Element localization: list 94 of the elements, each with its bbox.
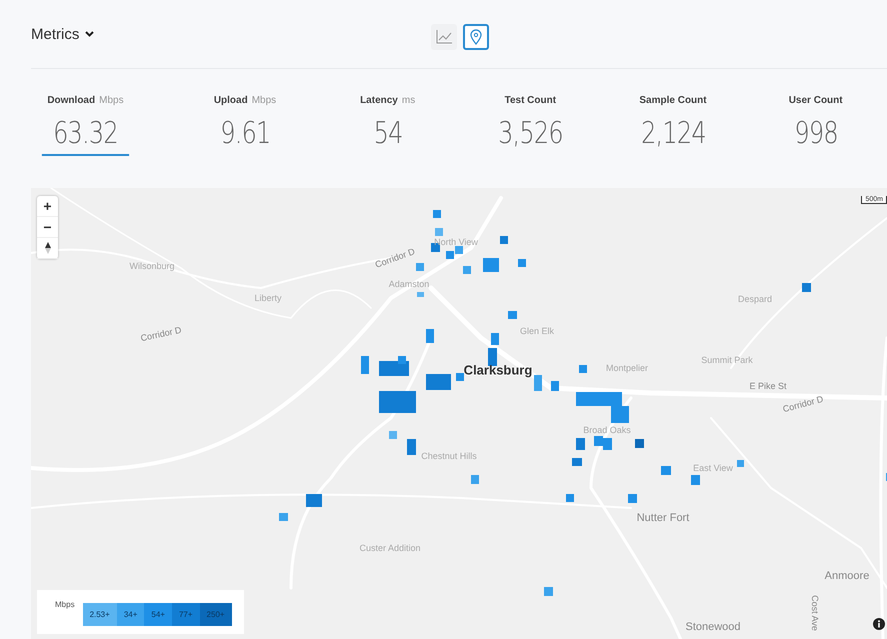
coverage-tile bbox=[691, 475, 700, 485]
place-label: Glen Elk bbox=[520, 326, 554, 336]
coverage-tile bbox=[407, 439, 416, 455]
place-label: Stonewood bbox=[685, 621, 741, 633]
coverage-tile bbox=[279, 513, 288, 521]
place-label: Clarksburg bbox=[464, 362, 532, 378]
metric-tab[interactable]: Test Count 3,526 bbox=[476, 95, 585, 156]
coverage-tile bbox=[566, 494, 574, 502]
coverage-tile bbox=[379, 361, 409, 376]
coverage-tile bbox=[576, 438, 585, 450]
place-label: Summit Park bbox=[701, 355, 753, 365]
metric-value: 9.61 bbox=[218, 115, 272, 153]
coverage-tile bbox=[306, 494, 322, 507]
coverage-tile bbox=[661, 466, 671, 475]
metric-label: Upload Mbps bbox=[214, 95, 276, 106]
place-label: Adamston bbox=[388, 279, 430, 289]
place-label: Broad Oaks bbox=[583, 425, 631, 435]
coverage-tile bbox=[603, 438, 612, 450]
place-label: Liberty bbox=[254, 293, 282, 303]
coverage-tile bbox=[572, 458, 582, 466]
coverage-tile bbox=[491, 333, 499, 345]
metric-value: 54 bbox=[372, 115, 404, 153]
road-label: E Pike St bbox=[750, 381, 786, 391]
place-label: Wilsonburg bbox=[129, 261, 175, 271]
coverage-tile bbox=[508, 311, 517, 319]
coverage-tile bbox=[433, 210, 441, 218]
coverage-tile bbox=[426, 329, 434, 343]
metric-value: 2,124 bbox=[640, 115, 706, 153]
coverage-tile bbox=[426, 374, 451, 390]
coverage-tile bbox=[594, 436, 603, 446]
metric-tab[interactable]: Latency ms 54 bbox=[356, 95, 420, 156]
coverage-tile bbox=[361, 356, 369, 374]
chevron-down-icon bbox=[85, 31, 94, 37]
metric-value: 63.32 bbox=[42, 114, 129, 156]
legend-bin: 34+ bbox=[116, 603, 144, 626]
road-label: Corridor D bbox=[374, 246, 416, 270]
road-label: Corridor D bbox=[782, 394, 824, 414]
coverage-tile bbox=[456, 373, 464, 381]
metric-label: Download Mbps bbox=[47, 95, 124, 106]
coverage-tile bbox=[488, 348, 497, 366]
zoom-in-button[interactable]: + bbox=[37, 196, 58, 217]
coverage-tile bbox=[576, 392, 622, 406]
coverage-tile bbox=[483, 258, 499, 272]
metric-label: Sample Count bbox=[639, 95, 707, 106]
coverage-tile bbox=[389, 431, 397, 439]
coverage-tile bbox=[551, 381, 559, 391]
legend-unit: Mbps bbox=[55, 600, 75, 609]
zoom-out-button[interactable]: − bbox=[37, 217, 58, 238]
line-chart-icon bbox=[436, 30, 452, 44]
place-label: Anmoore bbox=[824, 570, 870, 582]
coverage-tile bbox=[416, 263, 424, 271]
place-label: Montpelier bbox=[606, 363, 648, 373]
coverage-tile bbox=[379, 391, 416, 413]
place-label: Nutter Fort bbox=[636, 512, 690, 524]
place-label: Despard bbox=[738, 294, 772, 304]
coverage-tile bbox=[435, 228, 443, 236]
metric-tab[interactable]: User Count 998 bbox=[774, 95, 857, 156]
place-label: North View bbox=[434, 237, 478, 247]
metrics-dropdown[interactable]: Metrics bbox=[31, 26, 94, 42]
coverage-tile bbox=[463, 266, 471, 274]
coverage-tile bbox=[635, 439, 644, 448]
legend-bin: 250+ bbox=[200, 603, 232, 626]
coverage-tile bbox=[611, 406, 629, 423]
coverage-tile bbox=[518, 259, 526, 267]
coverage-tile bbox=[628, 494, 637, 503]
metric-tab[interactable]: Download Mbps 63.32 bbox=[31, 95, 140, 156]
road-label: Corridor D bbox=[140, 324, 182, 344]
coverage-tile bbox=[802, 283, 811, 292]
metric-label: Latency ms bbox=[360, 95, 416, 106]
metric-tab[interactable]: Sample Count 2,124 bbox=[618, 95, 728, 156]
map-pin-icon bbox=[470, 29, 482, 45]
road-label: Cost Ave bbox=[810, 595, 820, 631]
view-toggle-button[interactable] bbox=[431, 24, 457, 50]
coverage-tile bbox=[417, 292, 424, 297]
metric-label: Test Count bbox=[504, 95, 556, 106]
metric-tab[interactable]: Upload Mbps 9.61 bbox=[200, 95, 290, 156]
metric-value: 998 bbox=[792, 115, 838, 153]
place-label: East View bbox=[693, 463, 733, 473]
place-label: Custer Addition bbox=[359, 543, 421, 553]
coverage-tile bbox=[579, 365, 587, 373]
coverage-tile bbox=[544, 587, 553, 596]
metric-value: 3,526 bbox=[496, 115, 564, 153]
legend-bin: 2.53+ bbox=[82, 603, 117, 626]
compass-icon bbox=[44, 242, 50, 254]
coverage-tile bbox=[534, 375, 542, 391]
view-toggle-button[interactable] bbox=[463, 24, 489, 50]
coverage-tile bbox=[737, 460, 744, 467]
legend-bin: 54+ bbox=[144, 603, 172, 626]
place-label: Chestnut Hills bbox=[421, 451, 477, 461]
legend-bin: 77+ bbox=[172, 603, 200, 626]
coverage-tile bbox=[471, 475, 479, 484]
info-icon[interactable] bbox=[873, 618, 885, 630]
metric-label: User Count bbox=[788, 95, 843, 106]
coverage-tile bbox=[500, 236, 508, 244]
